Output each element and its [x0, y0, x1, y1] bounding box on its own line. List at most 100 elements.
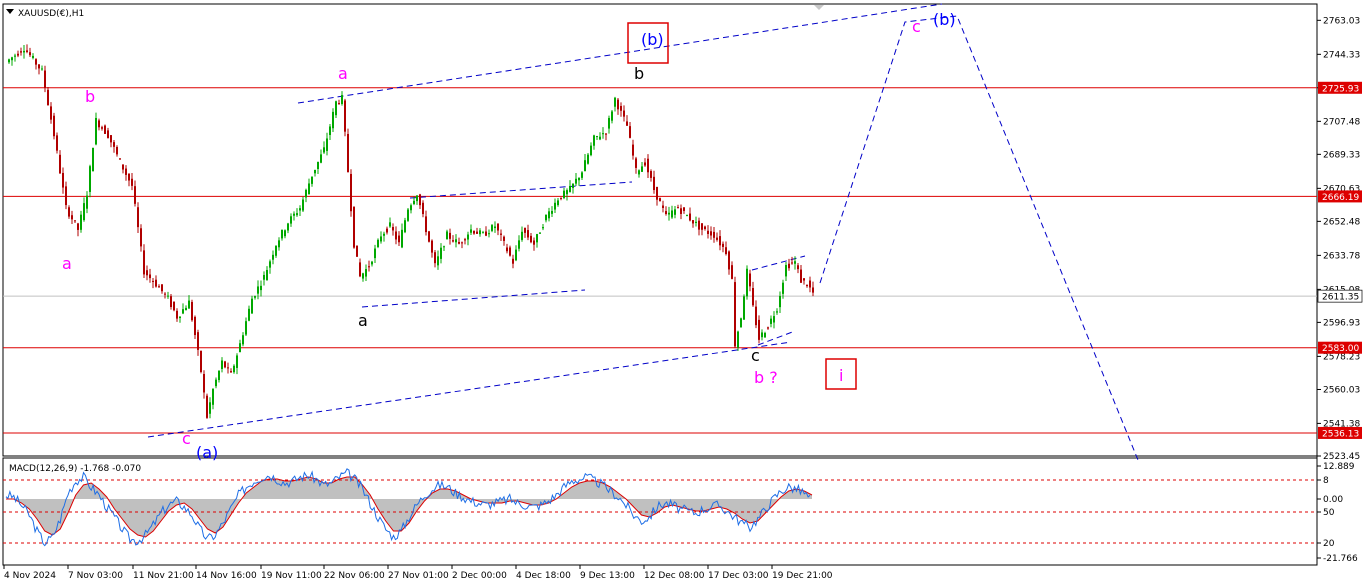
- candle-body: [674, 209, 676, 215]
- candle-body: [8, 59, 10, 63]
- candle-body: [467, 234, 469, 240]
- y-tick-label: 2560.03: [1323, 385, 1360, 395]
- candle-body: [692, 220, 694, 224]
- candle-body: [191, 301, 193, 321]
- candle-body: [314, 169, 316, 174]
- candle-body: [713, 231, 715, 238]
- candle-body: [779, 295, 781, 308]
- candle-body: [572, 183, 574, 188]
- candle-body: [476, 231, 478, 234]
- candle-body: [266, 269, 268, 281]
- candle-body: [434, 252, 436, 264]
- candle-body: [299, 208, 301, 211]
- candle-body: [734, 282, 736, 347]
- macd-axis: 12.889 8 0.00 50 20 -21.766: [1317, 462, 1358, 564]
- candle-body: [548, 211, 550, 219]
- candle-body: [179, 316, 181, 319]
- candle-body: [257, 286, 259, 294]
- x-tick-label: 27 Nov 01:00: [388, 571, 449, 581]
- candle-body: [764, 332, 766, 338]
- candle-body: [569, 186, 571, 192]
- candle-body: [647, 158, 649, 173]
- candle-body: [614, 97, 616, 107]
- wave-label: b: [634, 64, 644, 83]
- candle-body: [599, 136, 601, 140]
- y-tick-label: 2763.03: [1323, 16, 1360, 26]
- candle-body: [377, 239, 379, 248]
- y-tick-label: 2689.33: [1323, 150, 1360, 160]
- candle-body: [95, 117, 97, 145]
- candle-body: [104, 125, 106, 134]
- candle-body: [44, 70, 46, 88]
- candle-body: [473, 231, 475, 234]
- candle-body: [704, 226, 706, 230]
- x-tick-label: 19 Nov 11:00: [261, 571, 322, 581]
- candle-body: [671, 210, 673, 218]
- candle-body: [98, 120, 100, 128]
- candle-body: [737, 331, 739, 348]
- candle-body: [770, 318, 772, 324]
- wave-label: (b): [933, 10, 956, 29]
- macd-tick-label: 20: [1323, 539, 1335, 549]
- candle-body: [212, 388, 214, 405]
- price-label-text: 2725.93: [1322, 84, 1359, 94]
- candle-body: [482, 232, 484, 234]
- candle-body: [743, 296, 745, 320]
- candle-body: [443, 246, 445, 248]
- candle-body: [107, 130, 109, 138]
- wave-label: i: [839, 366, 843, 385]
- price-label-text: 2611.35: [1322, 293, 1359, 303]
- candle-body: [137, 207, 139, 228]
- candle-body: [23, 50, 25, 53]
- candle-body: [593, 135, 595, 146]
- candle-body: [68, 207, 70, 217]
- candle-body: [308, 183, 310, 195]
- candle-body: [362, 273, 364, 279]
- candle-body: [578, 177, 580, 181]
- candle-body: [383, 233, 385, 236]
- candle-body: [62, 172, 64, 188]
- candle-body: [557, 200, 559, 206]
- candle-body: [479, 230, 481, 235]
- candle-body: [353, 206, 355, 248]
- candle-body: [41, 68, 43, 70]
- x-tick-label: 4 Dec 18:00: [516, 571, 571, 581]
- candle-body: [545, 214, 547, 221]
- candle-body: [155, 279, 157, 287]
- x-tick-label: 2 Dec 00:00: [452, 571, 507, 581]
- candle-body: [431, 240, 433, 253]
- price-panel-frame: [2, 3, 1318, 457]
- candle-body: [125, 168, 127, 175]
- candle-body: [794, 261, 796, 264]
- candle-body: [731, 265, 733, 279]
- candle-body: [575, 178, 577, 184]
- candle-body: [236, 355, 238, 368]
- candle-body: [380, 236, 382, 242]
- candle-body: [182, 309, 184, 314]
- candle-body: [722, 243, 724, 247]
- candle-body: [218, 370, 220, 381]
- candle-body: [626, 121, 628, 126]
- candle-body: [248, 308, 250, 321]
- candle-body: [38, 64, 40, 69]
- trading-chart[interactable]: 2763.032744.332725.932707.482689.332670.…: [0, 0, 1366, 588]
- wave-label: (a): [196, 443, 218, 462]
- candle-body: [230, 371, 232, 373]
- candle-body: [344, 100, 346, 132]
- candle-body: [416, 195, 418, 202]
- candle-body: [710, 231, 712, 236]
- candle-body: [788, 263, 790, 269]
- candle-body: [206, 395, 208, 418]
- candle-body: [65, 186, 67, 206]
- candle-body: [110, 135, 112, 143]
- candle-body: [566, 190, 568, 195]
- x-tick-label: 19 Dec 21:00: [772, 571, 833, 581]
- candle-body: [728, 251, 730, 270]
- wave-label: c: [912, 17, 921, 36]
- candle-body: [293, 213, 295, 216]
- candle-body: [554, 202, 556, 210]
- candle-body: [278, 240, 280, 248]
- time-axis[interactable]: 4 Nov 2024 7 Nov 03:00 11 Nov 21:00 14 Nov …: [3, 565, 833, 581]
- candle-body: [269, 261, 271, 268]
- candle-body: [521, 231, 523, 240]
